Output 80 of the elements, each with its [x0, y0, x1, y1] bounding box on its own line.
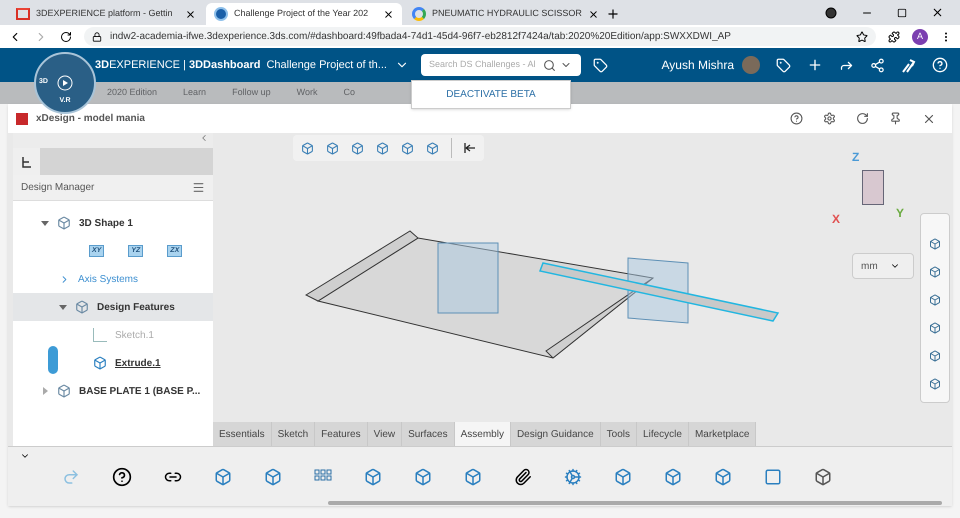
tree-row[interactable]: Extrude.1: [13, 349, 213, 377]
browser-tab[interactable]: 3DEXPERIENCE platform - Gettin: [8, 3, 204, 25]
axis-label: X: [832, 211, 840, 228]
restore-icon[interactable]: [897, 8, 907, 18]
refresh-icon[interactable]: [856, 112, 869, 125]
tree-icon: [21, 156, 32, 168]
ribbon-tab[interactable]: Tools: [600, 422, 638, 446]
close-icon[interactable]: [185, 8, 196, 20]
play-icon[interactable]: [57, 75, 73, 91]
compass-apps-icon[interactable]: [901, 58, 916, 72]
ribbon-tab[interactable]: Sketch: [272, 422, 316, 446]
tree-row[interactable]: Axis Systems: [13, 265, 213, 293]
cube-icon[interactable]: [401, 142, 414, 154]
close-icon[interactable]: [383, 8, 394, 20]
ribbon-tab[interactable]: Essentials: [213, 422, 272, 446]
help-icon[interactable]: [112, 466, 132, 486]
ribbon-tab[interactable]: Features: [315, 422, 368, 446]
reload-icon[interactable]: [60, 30, 72, 42]
part-icon: [57, 216, 71, 230]
expand-icon[interactable]: [59, 303, 67, 311]
user-name[interactable]: Ayush Mishra: [662, 56, 734, 74]
profile-avatar[interactable]: A: [912, 28, 928, 44]
tree-row[interactable]: Design Features: [13, 293, 213, 321]
dashboard-title[interactable]: Challenge Project of th...: [266, 56, 387, 74]
units-select[interactable]: mm: [852, 253, 914, 279]
widget-title: xDesign - model mania: [36, 112, 145, 126]
tree-label: Sketch.1: [115, 328, 154, 342]
part-icon: [57, 384, 71, 398]
new-tab-icon[interactable]: [606, 7, 620, 21]
search-field[interactable]: Search DS Challenges - Al: [428, 58, 539, 72]
axis-label: Z: [852, 149, 860, 166]
ribbon-tab[interactable]: View: [368, 422, 402, 446]
address-field[interactable]: indw2-academia-ifwe.3dexperience.3ds.com/#dashboard:49fbada4-74d1-45d4-96f7-eb2812f7424a/tab:2020%20Edition/app:SWXXDWI_AP: [84, 27, 876, 46]
tree-row[interactable]: BASE PLATE 1 (BASE P...: [13, 377, 213, 405]
sketch-icon: [93, 328, 107, 342]
settings-icon[interactable]: [823, 112, 836, 125]
network-icon[interactable]: [870, 58, 885, 72]
tag-icon[interactable]: [592, 58, 608, 72]
browser-tab[interactable]: Challenge Project of the Year 202: [206, 3, 402, 25]
ribbon-tab[interactable]: Surfaces: [402, 422, 455, 446]
brand-text: 3DEXPERIENCE | 3DDashboard: [95, 58, 260, 73]
tree-label: Design Features: [97, 300, 175, 314]
close-icon[interactable]: [931, 6, 944, 19]
scrollbar-thumb[interactable]: [48, 346, 58, 374]
extrude-icon: [93, 356, 107, 370]
part-icon: [75, 300, 89, 314]
cube-icon[interactable]: [301, 142, 314, 154]
tree-row[interactable]: 3D Shape 1: [13, 209, 213, 237]
tree-label: BASE PLATE 1 (BASE P...: [79, 384, 200, 398]
media-icon[interactable]: [825, 6, 837, 18]
axis-label: Y: [896, 205, 904, 222]
scrollbar-thumb[interactable]: [328, 501, 942, 505]
frame-icon[interactable]: [764, 468, 782, 486]
help-icon[interactable]: [790, 112, 803, 125]
tree-label: 3D Shape 1: [79, 216, 133, 230]
menu-item[interactable]: DEACTIVATE BETA: [446, 87, 536, 102]
mail-icon: [16, 8, 30, 20]
google-icon: [412, 7, 426, 21]
browser-tab[interactable]: PNEUMATIC HYDRAULIC SCISSOR: [404, 3, 600, 25]
app-icon: [16, 112, 28, 124]
tag-icon[interactable]: [776, 58, 791, 72]
gear-icon[interactable]: [564, 468, 582, 486]
lock-icon: [92, 32, 102, 42]
ribbon-tab[interactable]: Design Guidance: [510, 422, 601, 446]
add-icon[interactable]: [807, 57, 823, 73]
ribbon-tab[interactable]: Lifecycle: [637, 422, 689, 446]
close-icon[interactable]: [588, 8, 599, 20]
extensions-icon[interactable]: [888, 30, 900, 42]
tree-label: Axis Systems: [78, 272, 138, 286]
search-icon[interactable]: [542, 58, 556, 72]
globe-icon: [214, 7, 228, 21]
ribbon-tab[interactable]: Marketplace: [688, 422, 756, 446]
paperclip-icon[interactable]: [514, 468, 532, 486]
expand-icon[interactable]: [41, 219, 49, 227]
ribbon-tab[interactable]: Assembly: [454, 422, 511, 446]
bookmark-icon[interactable]: [856, 30, 868, 42]
panel-title: Design Manager: [21, 181, 96, 195]
box-icon[interactable]: [351, 142, 364, 154]
tree-label: Extrude.1: [115, 356, 161, 370]
search-bar[interactable]: Search DS Challenges - Al: [420, 54, 581, 76]
